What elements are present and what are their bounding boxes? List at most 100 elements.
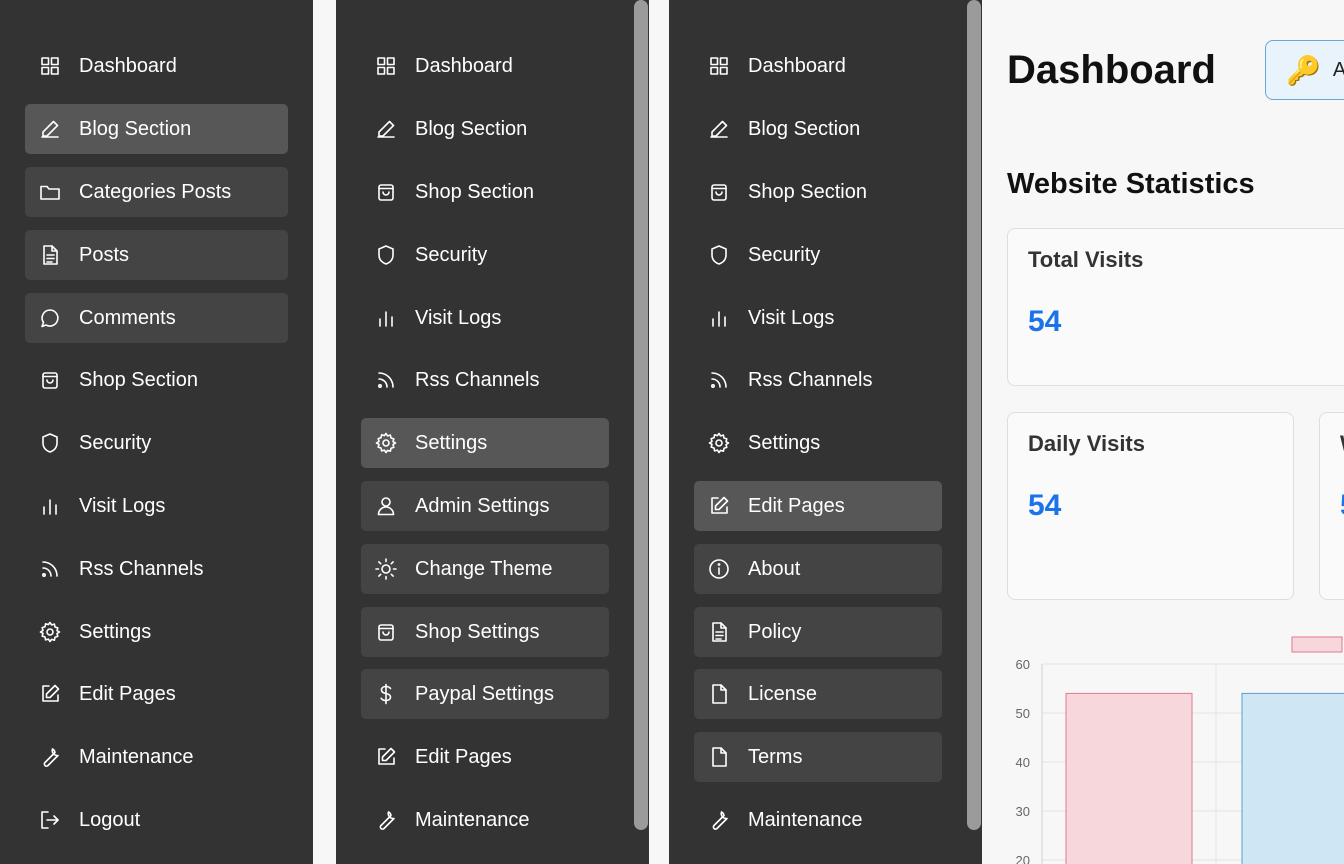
sidebar-item-label: Shop Section <box>79 368 198 391</box>
sun-icon <box>373 556 399 582</box>
dashboard-icon <box>706 53 732 79</box>
legend-swatch <box>1291 636 1343 653</box>
sidebar-item-maintenance[interactable]: Maintenance <box>25 732 288 782</box>
sidebar-settings-expanded: Dashboard Blog Section Shop Section Securit… <box>336 0 649 864</box>
sidebar-edit-pages-expanded: Dashboard Blog Section Shop Section Securit… <box>669 0 982 864</box>
bar <box>1241 692 1344 864</box>
sidebar-item-label: Security <box>415 243 488 266</box>
page-title: Dashboard <box>1007 48 1216 92</box>
sidebar-item-blog-section[interactable]: Blog Section <box>694 104 942 154</box>
sidebar-item-label: Categories Posts <box>79 180 232 203</box>
sidebar-item-blog-section[interactable]: Blog Section <box>361 104 609 154</box>
section-title: Website Statistics <box>1007 168 1255 200</box>
sidebar-item-label: Dashboard <box>415 54 513 77</box>
sidebar-scrollbar[interactable] <box>634 0 648 830</box>
pencil-icon <box>37 116 63 142</box>
info-icon <box>706 556 732 582</box>
sidebar-item-terms[interactable]: Terms <box>694 732 942 782</box>
y-tick-label: 40 <box>1016 755 1030 770</box>
stat-label: Daily Visits <box>1028 431 1145 456</box>
visits-bar-chart: 60 50 40 30 20 <box>1016 636 1344 864</box>
sidebar-item-about[interactable]: About <box>694 544 942 594</box>
sidebar-item-maintenance[interactable]: Maintenance <box>694 795 942 845</box>
sidebar-item-security[interactable]: Security <box>25 418 288 468</box>
sidebar-item-rss-channels[interactable]: Rss Channels <box>694 355 942 405</box>
sidebar-item-change-theme[interactable]: Change Theme <box>361 544 609 594</box>
sidebar-item-visit-logs[interactable]: Visit Logs <box>694 293 942 343</box>
y-tick-label: 30 <box>1016 804 1030 819</box>
app-stage: Dashboard Blog Section Categories Posts Pos… <box>0 0 1344 864</box>
sidebar-item-label: Blog Section <box>748 117 861 140</box>
sidebar-item-label: Edit Pages <box>415 745 512 768</box>
sidebar-item-comments[interactable]: Comments <box>25 293 288 343</box>
stat-value: 54 <box>1028 305 1062 338</box>
sidebar-item-rss-channels[interactable]: Rss Channels <box>25 544 288 594</box>
sidebar-item-posts[interactable]: Posts <box>25 230 288 280</box>
gear-icon <box>37 619 63 645</box>
y-tick-label: 20 <box>1016 853 1030 864</box>
wrench-icon <box>373 807 399 833</box>
sidebar-item-edit-pages[interactable]: Edit Pages <box>25 669 288 719</box>
sidebar-item-categories-posts[interactable]: Categories Posts <box>25 167 288 217</box>
pencil-icon <box>706 116 732 142</box>
bar-chart-icon <box>373 305 399 331</box>
edit-icon <box>37 681 63 707</box>
shield-icon <box>373 242 399 268</box>
sidebar-item-label: Settings <box>79 620 152 643</box>
sidebar-item-visit-logs[interactable]: Visit Logs <box>25 481 288 531</box>
dashboard-icon <box>373 53 399 79</box>
sidebar-item-paypal-settings[interactable]: Paypal Settings <box>361 669 609 719</box>
sidebar-item-label: Logout <box>79 808 141 831</box>
sidebar-item-security[interactable]: Security <box>361 230 609 280</box>
sidebar-item-label: Edit Pages <box>79 682 176 705</box>
file-icon <box>706 744 732 770</box>
main-content: Dashboard 🔑 A Website Statistics Total V… <box>982 0 1344 864</box>
sidebar-item-settings[interactable]: Settings <box>361 418 609 468</box>
sidebar-item-shop-section[interactable]: Shop Section <box>25 355 288 405</box>
sidebar-item-label: Rss Channels <box>79 557 204 580</box>
bar <box>1065 692 1193 864</box>
shopping-bag-icon <box>373 619 399 645</box>
stat-card-partial: W 5 <box>1319 412 1344 600</box>
sidebar-item-dashboard[interactable]: Dashboard <box>694 41 942 91</box>
sidebar-item-shop-section[interactable]: Shop Section <box>361 167 609 217</box>
logout-icon <box>37 807 63 833</box>
edit-icon <box>373 744 399 770</box>
sidebar-item-dashboard[interactable]: Dashboard <box>25 41 288 91</box>
sidebar-item-policy[interactable]: Policy <box>694 607 942 657</box>
sidebar-item-settings[interactable]: Settings <box>25 607 288 657</box>
sidebar-item-label: Settings <box>415 431 488 454</box>
sidebar-item-rss-channels[interactable]: Rss Channels <box>361 355 609 405</box>
y-tick-label: 60 <box>1016 657 1030 672</box>
sidebar-item-settings[interactable]: Settings <box>694 418 942 468</box>
sidebar-item-label: Dashboard <box>79 54 177 77</box>
sidebar-item-license[interactable]: License <box>694 669 942 719</box>
sidebar-item-label: Maintenance <box>79 745 194 768</box>
sidebar-item-label: Visit Logs <box>748 306 835 329</box>
sidebar-scrollbar[interactable] <box>967 0 981 830</box>
sidebar-item-edit-pages[interactable]: Edit Pages <box>694 481 942 531</box>
gear-icon <box>373 430 399 456</box>
sidebar-item-security[interactable]: Security <box>694 230 942 280</box>
stat-value: 5 <box>1340 489 1344 523</box>
folder-icon <box>37 179 63 205</box>
sidebar-item-shop-settings[interactable]: Shop Settings <box>361 607 609 657</box>
document-icon <box>706 619 732 645</box>
sidebar-item-maintenance[interactable]: Maintenance <box>361 795 609 845</box>
sidebar-item-visit-logs[interactable]: Visit Logs <box>361 293 609 343</box>
document-icon <box>37 242 63 268</box>
file-icon <box>706 681 732 707</box>
sidebar-item-label: Dashboard <box>748 54 846 77</box>
sidebar-item-logout[interactable]: Logout <box>25 795 288 845</box>
gear-icon <box>706 430 732 456</box>
stat-label: W <box>1340 431 1344 457</box>
sidebar-item-label: Security <box>79 431 152 454</box>
y-tick-label: 50 <box>1016 706 1030 721</box>
admin-button[interactable]: 🔑 A <box>1265 40 1344 100</box>
sidebar-item-admin-settings[interactable]: Admin Settings <box>361 481 609 531</box>
sidebar-item-dashboard[interactable]: Dashboard <box>361 41 609 91</box>
sidebar-item-label: Paypal Settings <box>415 682 554 705</box>
sidebar-item-edit-pages[interactable]: Edit Pages <box>361 732 609 782</box>
sidebar-item-shop-section[interactable]: Shop Section <box>694 167 942 217</box>
sidebar-item-blog-section[interactable]: Blog Section <box>25 104 288 154</box>
